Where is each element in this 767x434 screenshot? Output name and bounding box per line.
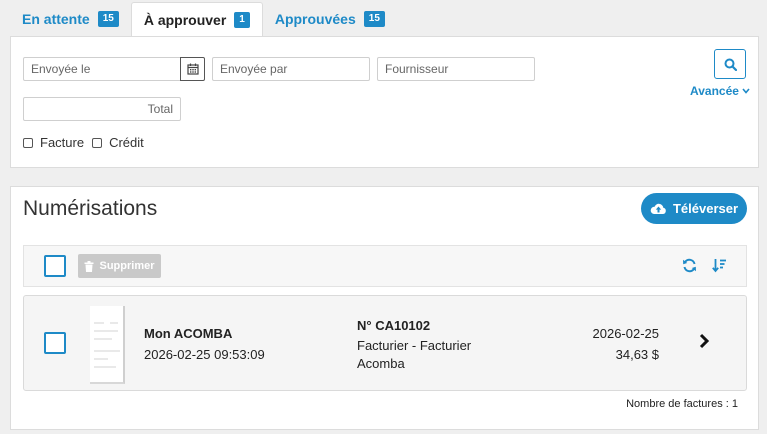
refresh-icon[interactable] xyxy=(682,258,697,273)
list-toolbar: Supprimer xyxy=(23,245,747,287)
search-button[interactable] xyxy=(714,49,746,79)
row-amount: 34,63 $ xyxy=(615,347,659,362)
chevron-right-icon[interactable] xyxy=(698,333,710,349)
page-title: Numérisations xyxy=(23,197,158,220)
tab-label: En attente xyxy=(22,11,90,27)
document-thumbnail xyxy=(90,306,125,384)
tab-to-approve[interactable]: À approuver 1 xyxy=(130,2,263,37)
credit-checkbox[interactable] xyxy=(92,137,103,148)
status-tabs: En attente 15 À approuver 1 Approuvées 1… xyxy=(10,2,397,37)
filter-panel: Avancée Facture Crédit xyxy=(10,36,759,168)
trash-icon xyxy=(84,260,94,272)
type-filters: Facture Crédit xyxy=(23,135,152,150)
count-badge: 15 xyxy=(363,11,385,27)
supplier-input[interactable] xyxy=(377,57,535,81)
tab-label: Approuvées xyxy=(274,11,356,27)
tab-label: À approuver xyxy=(143,12,227,28)
invoice-label: Facture xyxy=(40,135,85,150)
row-company: Mon ACOMBA xyxy=(144,326,233,341)
total-input[interactable] xyxy=(23,97,181,121)
row-invoice-number: N° CA10102 xyxy=(357,318,431,333)
delete-label: Supprimer xyxy=(99,260,155,272)
sent-on-input[interactable] xyxy=(23,57,181,81)
row-checkbox[interactable] xyxy=(44,332,66,354)
advanced-search-link[interactable]: Avancée xyxy=(690,84,750,98)
advanced-label: Avancée xyxy=(690,84,739,98)
row-datetime: 2026-02-25 09:53:09 xyxy=(144,347,265,362)
row-date: 2026-02-25 xyxy=(592,326,660,341)
upload-label: Téléverser xyxy=(672,201,739,216)
invoice-count: Nombre de factures : 1 xyxy=(626,398,738,410)
invoice-row[interactable]: Mon ACOMBA 2026-02-25 09:53:09 N° CA1010… xyxy=(23,295,747,391)
count-badge: 1 xyxy=(234,12,250,28)
upload-button[interactable]: Téléverser xyxy=(641,193,747,224)
sort-icon[interactable] xyxy=(712,258,727,273)
select-all-checkbox[interactable] xyxy=(44,255,66,277)
cloud-upload-icon xyxy=(650,203,666,214)
chevron-down-icon xyxy=(742,88,750,94)
invoice-checkbox[interactable] xyxy=(23,137,33,148)
sent-by-input[interactable] xyxy=(212,57,370,81)
delete-button[interactable]: Supprimer xyxy=(78,254,161,278)
row-description: Facturier - Facturier Acomba xyxy=(357,338,472,371)
credit-label: Crédit xyxy=(109,135,144,150)
count-badge: 15 xyxy=(97,11,119,27)
search-icon xyxy=(724,58,737,71)
tab-approved[interactable]: Approuvées 15 xyxy=(263,2,397,36)
tab-pending[interactable]: En attente 15 xyxy=(10,2,131,36)
calendar-icon xyxy=(186,63,199,75)
scans-panel: Numérisations Téléverser Supprimer Mon A… xyxy=(10,186,759,430)
calendar-button[interactable] xyxy=(180,57,205,81)
